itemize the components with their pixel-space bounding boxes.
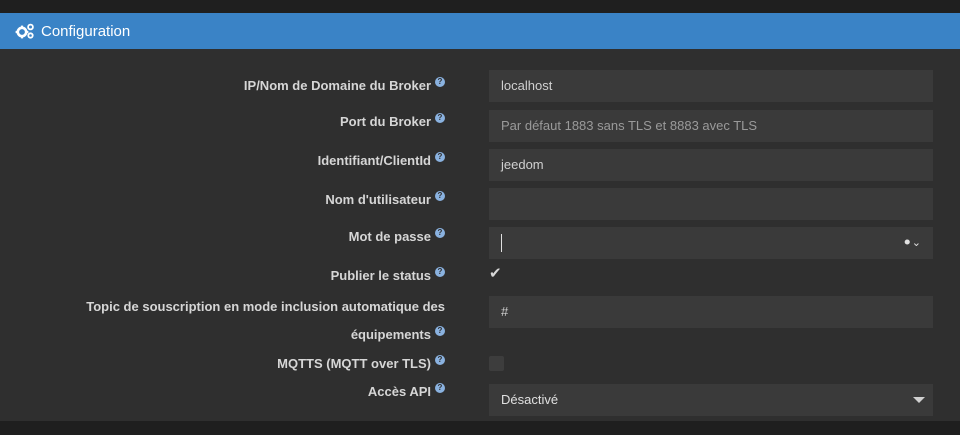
configuration-panel: Configuration IP/Nom de Domaine du Broke… bbox=[0, 13, 960, 421]
help-icon[interactable]: ? bbox=[435, 355, 445, 365]
label-username: Nom d'utilisateur? bbox=[325, 186, 445, 214]
mqtts-checkbox[interactable] bbox=[489, 356, 504, 371]
password-input[interactable]: ⚫︎⌄ bbox=[489, 227, 933, 259]
broker-host-input[interactable]: localhost bbox=[489, 70, 933, 102]
label-broker-host: IP/Nom de Domaine du Broker? bbox=[244, 72, 445, 100]
label-api-access: Accès API? bbox=[368, 378, 445, 406]
subscription-topic-input[interactable]: # bbox=[489, 296, 933, 328]
caret-down-icon bbox=[913, 397, 925, 403]
top-strip bbox=[0, 0, 960, 13]
broker-port-input[interactable]: Par défaut 1883 sans TLS et 8883 avec TL… bbox=[489, 110, 933, 142]
key-dropdown-icon[interactable]: ⚫︎⌄ bbox=[903, 227, 921, 259]
panel-header: Configuration bbox=[0, 13, 960, 49]
label-client-id: Identifiant/ClientId? bbox=[318, 147, 445, 175]
panel-title: Configuration bbox=[41, 22, 131, 40]
api-access-selected: Désactivé bbox=[501, 392, 559, 407]
label-mqtts: MQTTS (MQTT over TLS)? bbox=[277, 350, 445, 378]
label-subscription-topic: Topic de souscription en mode inclusion … bbox=[86, 299, 445, 342]
label-broker-port: Port du Broker? bbox=[340, 108, 445, 136]
help-icon[interactable]: ? bbox=[435, 191, 445, 201]
api-access-select[interactable]: Désactivé bbox=[489, 384, 933, 416]
publish-status-checkbox[interactable]: ✔ bbox=[489, 266, 505, 282]
help-icon[interactable]: ? bbox=[435, 383, 445, 393]
text-cursor bbox=[501, 234, 502, 252]
help-icon[interactable]: ? bbox=[435, 326, 445, 336]
help-icon[interactable]: ? bbox=[435, 113, 445, 123]
help-icon[interactable]: ? bbox=[435, 152, 445, 162]
label-publish-status: Publier le status? bbox=[331, 262, 445, 290]
label-password: Mot de passe? bbox=[349, 223, 445, 251]
gears-icon bbox=[15, 23, 35, 39]
help-icon[interactable]: ? bbox=[435, 228, 445, 238]
help-icon[interactable]: ? bbox=[435, 77, 445, 87]
username-input[interactable] bbox=[489, 188, 933, 220]
help-icon[interactable]: ? bbox=[435, 267, 445, 277]
client-id-input[interactable]: jeedom bbox=[489, 149, 933, 181]
